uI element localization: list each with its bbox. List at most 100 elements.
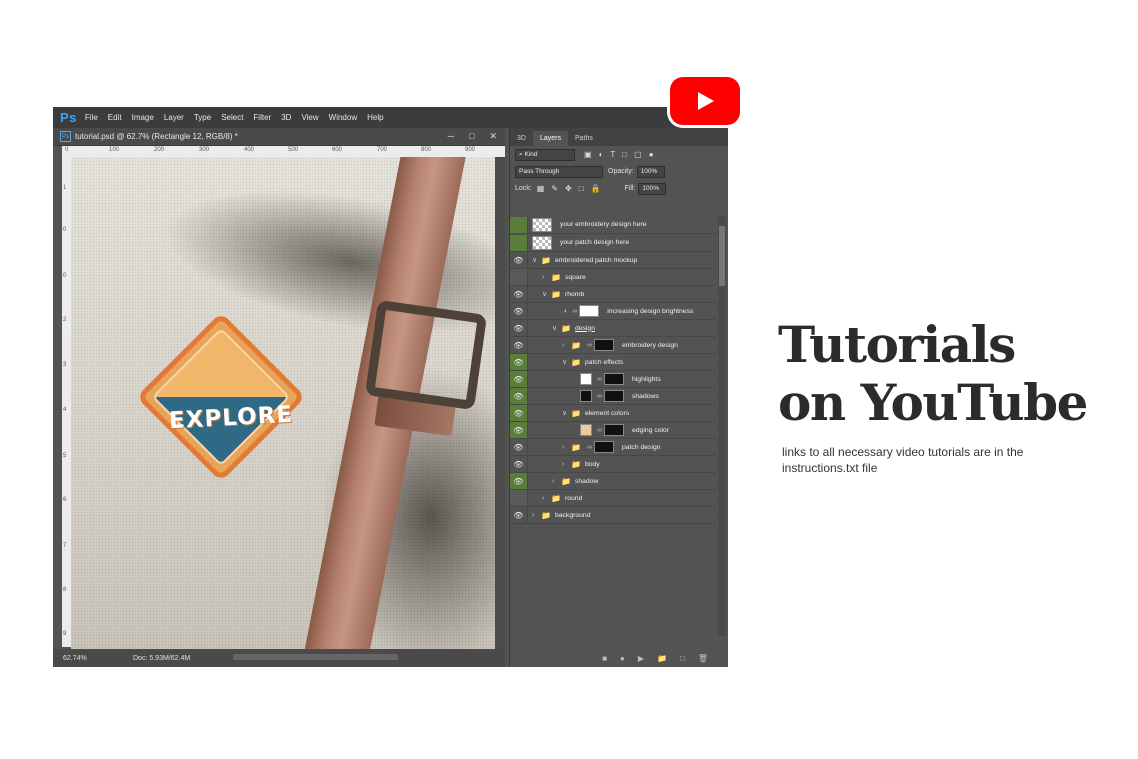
maximize-doc-icon[interactable]: □ xyxy=(469,131,474,142)
menu-select[interactable]: Select xyxy=(221,113,243,122)
smartobject-filter-icon[interactable]: ▢ xyxy=(634,150,642,159)
chevron-right-icon[interactable]: › xyxy=(562,342,568,349)
eye-icon[interactable]: 👁 xyxy=(510,303,528,319)
tab-layers[interactable]: Layers xyxy=(532,131,568,146)
adjustment-layer-icon[interactable]: ● xyxy=(620,654,625,663)
ruler-tick: 4 xyxy=(63,407,67,413)
lock-transparent-icon[interactable]: ▦ xyxy=(537,184,545,193)
visibility-off-icon[interactable] xyxy=(510,234,528,251)
lock-brush-icon[interactable]: ✎ xyxy=(551,184,558,193)
mask-thumbnail xyxy=(604,424,624,436)
new-layer-icon[interactable]: □ xyxy=(680,654,685,663)
layer-row[interactable]: 👁 ∨ 📁 embroidered patch mockup xyxy=(510,252,716,269)
blend-mode-select[interactable]: Pass Through xyxy=(515,165,603,178)
chevron-right-icon[interactable]: › xyxy=(542,495,548,502)
photoshop-window: Ps File Edit Image Layer Type Select Fil… xyxy=(53,107,728,667)
menu-image[interactable]: Image xyxy=(132,113,154,122)
layer-row[interactable]: 👁 › 📁 body xyxy=(510,456,716,473)
eye-icon[interactable]: 👁 xyxy=(510,320,528,336)
menu-filter[interactable]: Filter xyxy=(253,113,271,122)
canvas-vertical-scrollbar[interactable] xyxy=(495,157,505,649)
youtube-logo[interactable] xyxy=(670,77,740,125)
add-mask-icon[interactable]: ■ xyxy=(602,654,607,663)
document-tab[interactable]: Ps tutorial.psd @ 62.7% (Rectangle 12, R… xyxy=(53,128,505,146)
filter-toggle-icon[interactable]: ● xyxy=(649,150,654,159)
eye-icon[interactable]: 👁 xyxy=(510,286,528,302)
mask-thumbnail xyxy=(593,339,614,351)
eye-icon[interactable]: 👁 xyxy=(510,422,528,438)
chevron-down-icon[interactable]: ∨ xyxy=(562,409,568,417)
menu-type[interactable]: Type xyxy=(194,113,211,122)
menu-layer[interactable]: Layer xyxy=(164,113,184,122)
chevron-right-icon[interactable]: › xyxy=(542,274,548,281)
layer-row[interactable]: 👁 ◐ ∞ increasing design brightness xyxy=(510,303,716,320)
chevron-right-icon[interactable]: › xyxy=(532,512,538,519)
layer-row[interactable]: 👁 ∨ 📁 element colors xyxy=(510,405,716,422)
visibility-off-icon[interactable] xyxy=(510,216,528,233)
layers-scrollbar[interactable] xyxy=(718,216,726,636)
chevron-down-icon[interactable]: ∨ xyxy=(532,256,538,264)
eye-icon[interactable]: 👁 xyxy=(510,371,528,387)
menu-file[interactable]: File xyxy=(85,113,98,122)
layer-row[interactable]: 👁 ∞ edging color xyxy=(510,422,716,439)
layer-name: rhomb xyxy=(564,290,585,298)
type-filter-icon[interactable]: T xyxy=(610,150,615,159)
image-filter-icon[interactable]: ▣ xyxy=(584,150,592,159)
chevron-down-icon[interactable]: ∨ xyxy=(542,290,548,298)
minimize-doc-icon[interactable]: ─ xyxy=(448,131,454,142)
lock-label: Lock: xyxy=(515,185,532,192)
lock-all-icon[interactable]: 🔒 xyxy=(591,184,601,193)
document-canvas[interactable]: EXPLORE xyxy=(71,157,495,649)
opacity-input[interactable]: 100% xyxy=(636,165,665,178)
chevron-right-icon[interactable]: › xyxy=(562,461,568,468)
canvas-horizontal-scrollbar[interactable] xyxy=(233,654,398,660)
fill-input[interactable]: 100% xyxy=(638,182,667,195)
eye-icon[interactable]: 👁 xyxy=(510,507,528,523)
layer-row[interactable]: 👁 ∞ highlights xyxy=(510,371,716,388)
layer-row[interactable]: › 📁 square xyxy=(510,269,716,286)
chevron-down-icon[interactable]: ∨ xyxy=(562,358,568,366)
layer-row[interactable]: 👁 › 📁 ∞ embroidery design xyxy=(510,337,716,354)
visibility-off-icon[interactable] xyxy=(510,490,528,506)
filter-kind-select[interactable]: ⌕ Kind xyxy=(515,148,575,161)
tab-paths[interactable]: Paths xyxy=(568,131,600,146)
zoom-level[interactable]: 62.74% xyxy=(63,655,113,662)
eye-icon[interactable]: 👁 xyxy=(510,337,528,353)
layer-row[interactable]: 👁 ∨ 📁 rhomb xyxy=(510,286,716,303)
close-doc-icon[interactable]: ✕ xyxy=(489,131,497,142)
eye-icon[interactable]: 👁 xyxy=(510,405,528,421)
scroll-thumb[interactable] xyxy=(719,226,725,286)
lock-artboard-icon[interactable]: □ xyxy=(579,184,584,193)
eye-icon[interactable]: 👁 xyxy=(510,456,528,472)
eye-icon[interactable]: 👁 xyxy=(510,439,528,455)
eye-icon[interactable]: 👁 xyxy=(510,388,528,404)
tab-3d[interactable]: 3D xyxy=(510,131,533,146)
layer-row[interactable]: your embroidery design here xyxy=(510,216,716,234)
layer-row[interactable]: 👁 ∞ shadows xyxy=(510,388,716,405)
menu-view[interactable]: View xyxy=(301,113,318,122)
menu-edit[interactable]: Edit xyxy=(108,113,122,122)
layer-row[interactable]: › 📁 round xyxy=(510,490,716,507)
chevron-right-icon[interactable]: › xyxy=(552,478,558,485)
lock-move-icon[interactable]: ✥ xyxy=(565,184,572,193)
layer-row[interactable]: 👁 ∨ 📁 patch effects xyxy=(510,354,716,371)
layer-row[interactable]: 👁 › 📁 ∞ patch design xyxy=(510,439,716,456)
chevron-down-icon[interactable]: ∨ xyxy=(552,324,558,332)
menu-help[interactable]: Help xyxy=(367,113,383,122)
menu-3d[interactable]: 3D xyxy=(281,113,291,122)
chevron-right-icon[interactable]: › xyxy=(562,444,568,451)
layer-row[interactable]: 👁 › 📁 shadow xyxy=(510,473,716,490)
new-group-icon[interactable]: 📁 xyxy=(657,654,667,663)
layer-row[interactable]: 👁 › 📁 background xyxy=(510,507,716,524)
layer-row[interactable]: 👁 ∨ 📁 design xyxy=(510,320,716,337)
play-icon[interactable]: ▶ xyxy=(638,654,644,663)
eye-icon[interactable]: 👁 xyxy=(510,473,528,489)
eye-icon[interactable]: 👁 xyxy=(510,354,528,370)
eye-icon[interactable]: 👁 xyxy=(510,252,528,268)
layer-row[interactable]: your patch design here xyxy=(510,234,716,252)
adjustment-filter-icon[interactable]: ◐ xyxy=(599,150,604,159)
trash-icon[interactable]: 🗑 xyxy=(698,654,708,663)
menu-window[interactable]: Window xyxy=(329,113,357,122)
visibility-off-icon[interactable] xyxy=(510,269,528,285)
shape-filter-icon[interactable]: □ xyxy=(622,150,627,159)
